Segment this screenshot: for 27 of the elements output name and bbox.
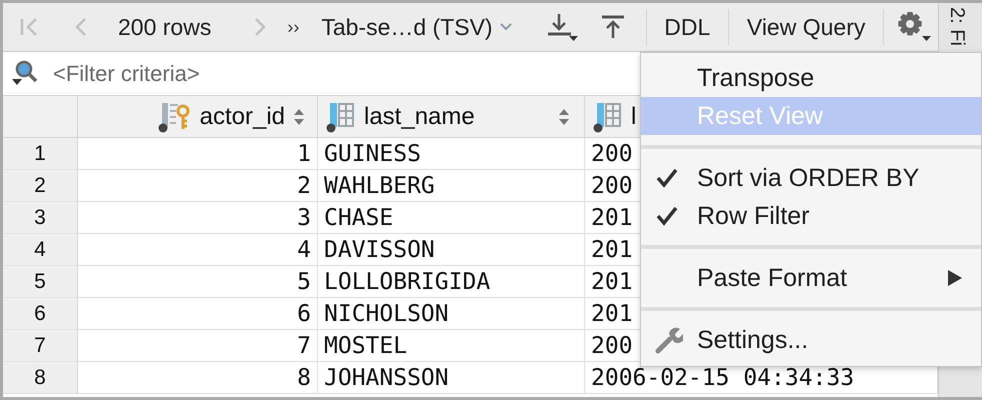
table-cell: 6 [78,298,318,330]
column-label: last_name [364,102,475,130]
row-number: 3 [3,202,78,234]
table-cell: 2 [78,170,318,202]
row-number: 8 [3,362,78,394]
row-number: 7 [3,330,78,362]
row-number: 4 [3,234,78,266]
table-cell: CHASE [318,202,585,234]
table-cell: 7 [78,330,318,362]
table-cell: JOHANSSON [318,362,585,394]
table-cell: 3 [78,202,318,234]
row-number: 1 [3,138,78,170]
row-number: 5 [3,266,78,298]
column-label: l [631,102,636,130]
row-number: 2 [3,170,78,202]
table-cell: WAHLBERG [318,170,585,202]
table-cell: DAVISSON [318,234,585,266]
table-cell: 4 [78,234,318,266]
table-cell: NICHOLSON [318,298,585,330]
table-cell: GUINESS [318,138,585,170]
table-cell: 5 [78,266,318,298]
table-cell: 8 [78,362,318,394]
row-number: 6 [3,298,78,330]
column-label: actor_id [200,102,285,130]
table-cell: 1 [78,138,318,170]
table-cell: MOSTEL [318,330,585,362]
table-cell: LOLLOBRIGIDA [318,266,585,298]
